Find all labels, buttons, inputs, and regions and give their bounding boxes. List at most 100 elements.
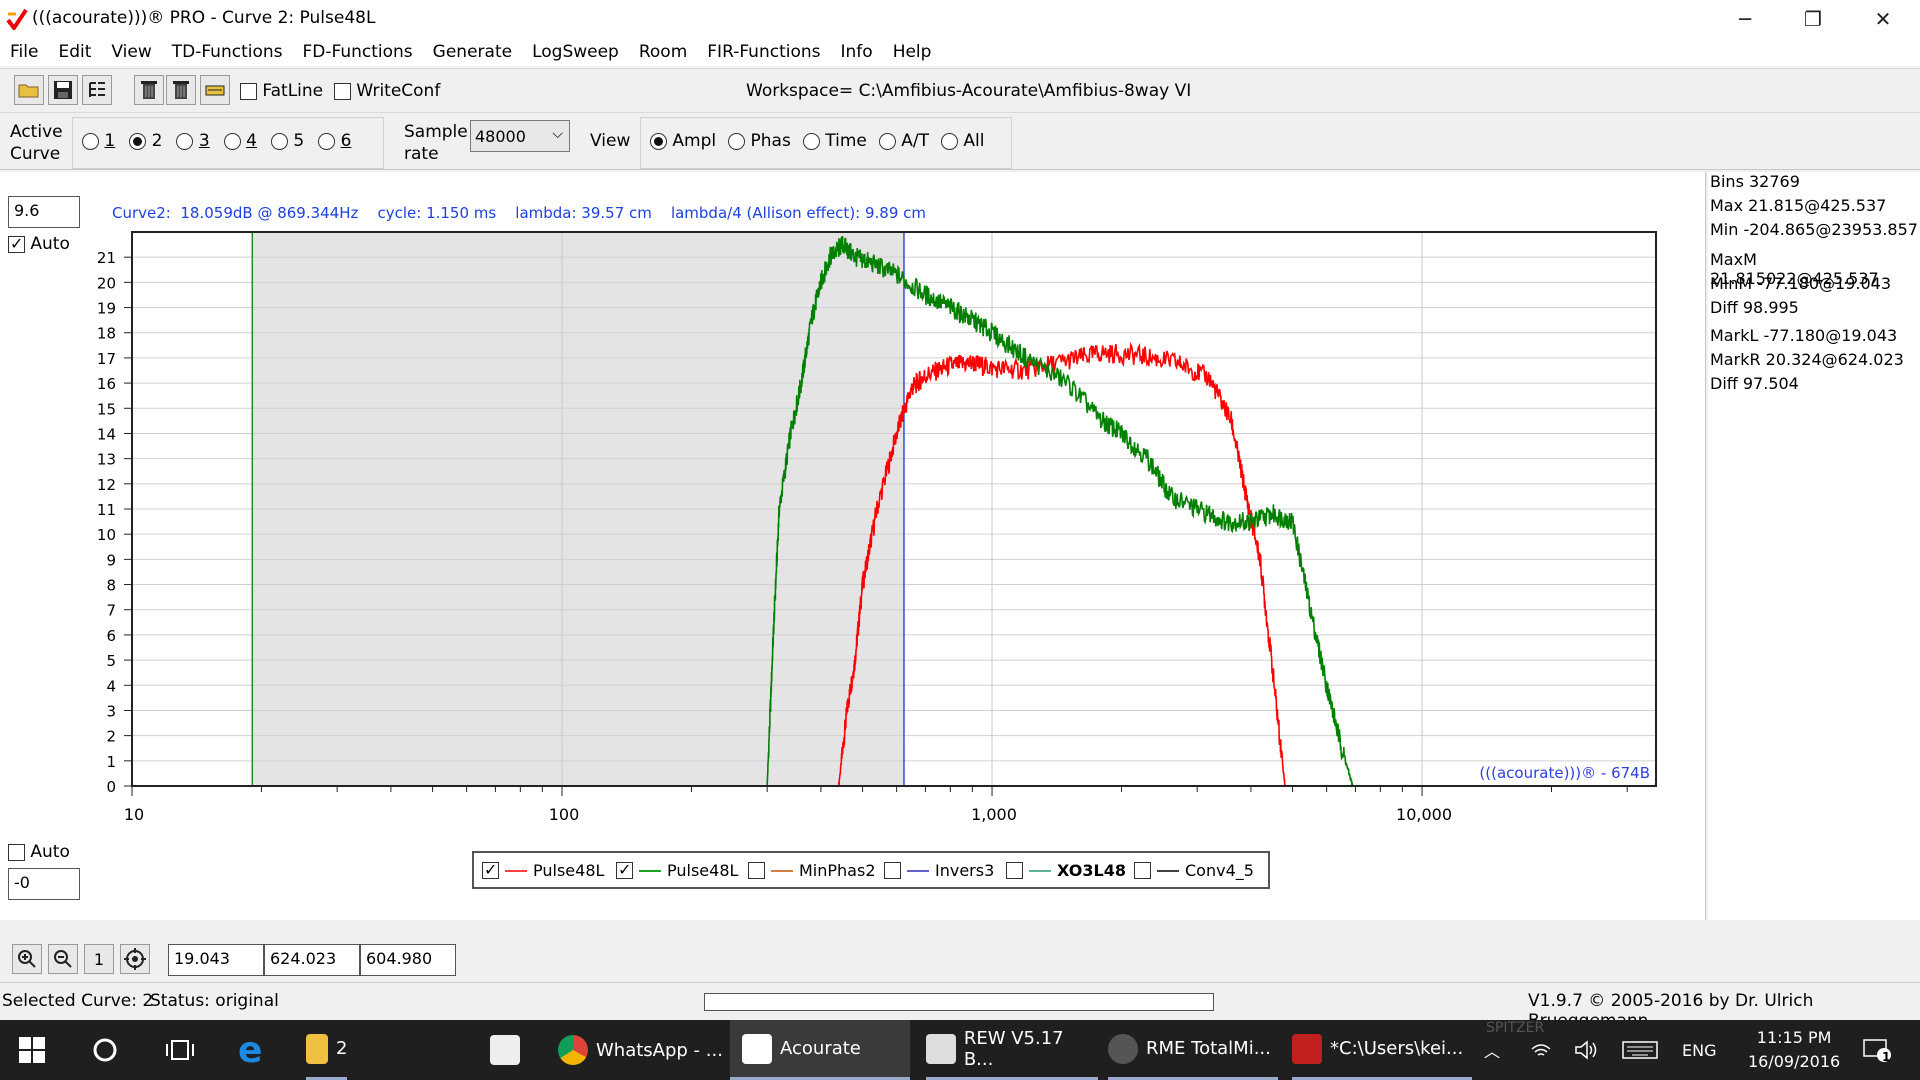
minimize-button[interactable]: ─ — [1710, 0, 1780, 38]
marker-diff-field[interactable]: 604.980 — [360, 944, 456, 976]
y-tick-label: 4 — [106, 677, 116, 695]
curve-radio-1[interactable]: 1 — [82, 131, 115, 151]
menu-fd-functions[interactable]: FD-Functions — [293, 42, 423, 62]
restore-button[interactable]: ❐ — [1778, 0, 1848, 38]
view-radio-at[interactable]: A/T — [878, 131, 929, 151]
edge-icon: e — [238, 1029, 263, 1071]
store-bag-icon — [490, 1035, 520, 1065]
search-button[interactable] — [92, 1020, 118, 1080]
keyboard-icon[interactable] — [1622, 1020, 1658, 1080]
y-tick-label: 12 — [97, 476, 116, 494]
y-tick-label: 9 — [106, 551, 116, 569]
taskbar-item-whatsapp[interactable]: WhatsApp - ... — [558, 1020, 728, 1080]
curve-radio-2[interactable]: 2 — [129, 131, 162, 151]
x-axis-ticks: 10 100 1,000 10,000 — [124, 786, 1628, 824]
close-button[interactable]: ✕ — [1848, 0, 1918, 38]
sample-rate-select[interactable]: 48000 ⌵ — [470, 120, 570, 152]
delete-all-button[interactable] — [166, 75, 196, 105]
menu-file[interactable]: File — [0, 42, 48, 62]
taskbar-item-file[interactable]: *C:\Users\kei... — [1292, 1020, 1472, 1080]
menu-generate[interactable]: Generate — [423, 42, 522, 62]
window-title: (((acourate)))® PRO - Curve 2: Pulse48L — [32, 8, 376, 28]
view-radio-phas[interactable]: Phas — [728, 131, 791, 151]
menu-help[interactable]: Help — [883, 42, 942, 62]
clock-date: 16/09/2016 — [1748, 1052, 1841, 1071]
menu-info[interactable]: Info — [831, 42, 883, 62]
curve-radio-6[interactable]: 6 — [318, 131, 351, 151]
zoom-in-button[interactable] — [12, 944, 42, 974]
view-radio-time[interactable]: Time — [802, 131, 867, 151]
title-bar: (((acourate)))® PRO - Curve 2: Pulse48L … — [0, 0, 1920, 38]
zoom-reset-button[interactable]: 1 — [84, 944, 114, 974]
taskbar-item-explorer[interactable]: 2 — [306, 1020, 348, 1080]
view-radio-ampl[interactable]: Ampl — [650, 131, 716, 151]
fatline-option[interactable]: FatLine — [240, 81, 323, 101]
view-radio-all[interactable]: All — [941, 131, 985, 151]
x-tick-label: 100 — [549, 805, 580, 824]
frequency-response-chart[interactable]: 0123456789101112131415161718192021 10 100… — [0, 172, 1706, 920]
legend-item-4[interactable]: Invers3 — [884, 861, 994, 880]
menu-room[interactable]: Room — [629, 42, 697, 62]
trash-icon — [173, 81, 189, 99]
y-tick-label: 17 — [97, 350, 116, 368]
fatline-checkbox[interactable] — [240, 82, 257, 100]
menu-fir-functions[interactable]: FIR-Functions — [697, 42, 830, 62]
save-icon — [54, 81, 72, 99]
store-button[interactable] — [490, 1020, 528, 1080]
tree-list-icon — [89, 82, 105, 97]
tray-chevron-up-icon[interactable]: ︿ — [1484, 1020, 1500, 1080]
curve-legend: Pulse48L Pulse48L MinPhas2 Invers3 XO3L4… — [472, 851, 1270, 889]
wifi-icon[interactable] — [1530, 1020, 1552, 1080]
zoom-out-button[interactable] — [48, 944, 78, 974]
writeconf-label: WriteConf — [356, 81, 441, 101]
volume-icon[interactable] — [1574, 1020, 1598, 1080]
save-button[interactable] — [48, 75, 78, 105]
curve-radio-5[interactable]: 5 — [270, 131, 304, 151]
totalmix-icon — [1108, 1033, 1138, 1064]
input-language[interactable]: ENG — [1682, 1020, 1716, 1080]
status-text: Status: original — [150, 991, 279, 1011]
marker-left-field[interactable]: 19.043 — [168, 944, 264, 976]
menu-bar: File Edit View TD-Functions FD-Functions… — [0, 38, 1920, 66]
menu-view[interactable]: View — [101, 42, 161, 62]
y-tick-label: 18 — [97, 325, 116, 343]
menu-edit[interactable]: Edit — [48, 42, 101, 62]
legend-item-3[interactable]: MinPhas2 — [748, 861, 876, 880]
curve-radio-4[interactable]: 4 — [223, 131, 257, 151]
taskbar-item-rew[interactable]: REW V5.17 B... — [926, 1020, 1098, 1080]
delete-curve-button[interactable] — [134, 75, 164, 105]
active-curve-radios: 1 2 3 4 5 6 — [82, 131, 351, 151]
edge-browser-button[interactable]: e — [238, 1020, 262, 1080]
open-folder-button[interactable] — [14, 75, 44, 105]
zoom-in-icon — [18, 950, 36, 968]
workspace-path: Workspace= C:\Amfibius-Acourate\Amfibius… — [746, 81, 1192, 101]
legend-item-1[interactable]: Pulse48L — [482, 860, 604, 880]
curve-radio-3[interactable]: 3 — [176, 131, 210, 151]
y-tick-label: 5 — [106, 652, 116, 670]
info-minm: MinM -77.180@19.043 — [1710, 274, 1892, 293]
menu-logsweep[interactable]: LogSweep — [522, 42, 629, 62]
menu-td-functions[interactable]: TD-Functions — [162, 42, 293, 62]
y-tick-label: 0 — [106, 778, 116, 796]
marker-right-field[interactable]: 624.023 — [264, 944, 360, 976]
info-diff-1: Diff 98.995 — [1710, 298, 1799, 317]
action-center-button[interactable]: 1 — [1862, 1020, 1892, 1080]
writeconf-checkbox[interactable] — [334, 82, 351, 100]
info-markl: MarkL -77.180@19.043 — [1710, 326, 1898, 345]
target-button[interactable] — [120, 944, 150, 974]
start-button[interactable] — [18, 1020, 46, 1080]
tool-button[interactable] — [200, 75, 230, 105]
writeconf-option[interactable]: WriteConf — [334, 81, 440, 101]
bottom-controls: 1 19.043 624.023 604.980 — [0, 922, 1920, 980]
tree-view-button[interactable] — [82, 75, 112, 105]
task-view-button[interactable] — [164, 1020, 196, 1080]
taskbar-item-acourate[interactable]: Acourate — [730, 1020, 910, 1080]
legend-item-2[interactable]: Pulse48L — [616, 860, 738, 880]
cortana-circle-icon — [93, 1038, 117, 1062]
legend-item-6[interactable]: Conv4_5 — [1134, 861, 1254, 880]
taskbar-item-rme-totalmix[interactable]: RME TotalMi... — [1108, 1020, 1278, 1080]
clock[interactable]: 11:15 PM 16/09/2016 — [1748, 1026, 1840, 1074]
legend-item-5[interactable]: XO3L48 — [1006, 861, 1126, 880]
sample-rate-value: 48000 — [475, 127, 526, 146]
clock-time: 11:15 PM — [1756, 1028, 1832, 1047]
